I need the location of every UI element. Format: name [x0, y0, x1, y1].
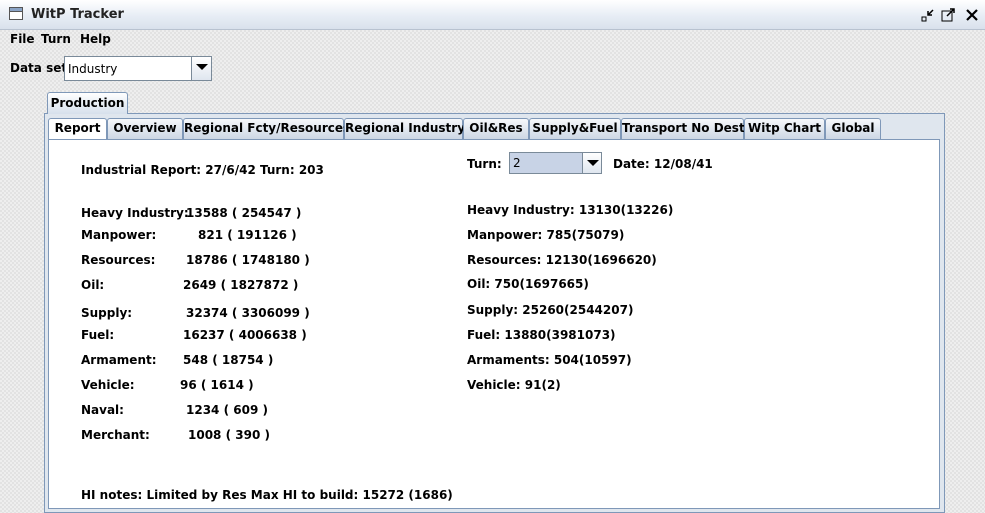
window-icon — [9, 7, 23, 20]
compare-row: Resources: 12130(1696620) — [467, 253, 657, 267]
turn-label: Turn: — [467, 157, 502, 171]
tab-oil-res[interactable]: Oil&Res — [463, 118, 529, 139]
dataset-select[interactable]: Industry — [64, 56, 212, 81]
minimize-icon[interactable] — [921, 8, 935, 22]
row-value: 13588 ( 254547 ) — [186, 206, 302, 220]
compare-row: Oil: 750(1697665) — [467, 277, 589, 291]
menu-file[interactable]: File — [10, 32, 35, 46]
row-value: 548 ( 18754 ) — [183, 353, 274, 367]
menu-bar: File Turn Help — [0, 30, 985, 50]
report-panel — [48, 139, 940, 509]
row-label: Naval: — [81, 403, 124, 417]
row-label: Vehicle: — [81, 378, 135, 392]
chevron-down-icon[interactable] — [582, 153, 601, 173]
row-label: Merchant: — [81, 428, 150, 442]
tab-transport-no-dest[interactable]: Transport No Dest — [621, 118, 745, 139]
tab-report[interactable]: Report — [48, 118, 107, 140]
compare-row: Supply: 25260(2544207) — [467, 303, 634, 317]
menu-turn[interactable]: Turn — [41, 32, 71, 46]
dataset-value: Industry — [68, 62, 118, 76]
maximize-icon[interactable] — [941, 8, 955, 22]
tab-witp-chart[interactable]: Witp Chart — [744, 118, 825, 139]
row-label: Armament: — [81, 353, 157, 367]
window-title: WitP Tracker — [31, 7, 124, 22]
menu-help[interactable]: Help — [80, 32, 111, 46]
tab-global[interactable]: Global — [825, 118, 881, 139]
report-header: Industrial Report: 27/6/42 Turn: 203 — [81, 163, 324, 177]
row-value: 18786 ( 1748180 ) — [186, 253, 310, 267]
tab-regional-industry[interactable]: Regional Industry — [344, 118, 465, 139]
row-label: Supply: — [81, 306, 133, 320]
compare-row: Armaments: 504(10597) — [467, 353, 632, 367]
turn-select[interactable]: 2 — [509, 152, 602, 174]
row-value: 32374 ( 3306099 ) — [186, 306, 310, 320]
row-label: Resources: — [81, 253, 156, 267]
dataset-label: Data set: — [10, 61, 72, 75]
tab-overview[interactable]: Overview — [107, 118, 183, 139]
row-value: 1008 ( 390 ) — [188, 428, 270, 442]
row-label: Heavy Industry: — [81, 206, 189, 220]
close-icon[interactable] — [965, 8, 979, 22]
row-label: Manpower: — [81, 228, 157, 242]
row-value: 821 ( 191126 ) — [198, 228, 297, 242]
tab-regional-fcty-resources[interactable]: Regional Fcty/Resources — [183, 118, 350, 139]
row-label: Fuel: — [81, 328, 115, 342]
turn-value: 2 — [513, 156, 521, 170]
row-label: Oil: — [81, 278, 105, 292]
compare-row: Manpower: 785(75079) — [467, 228, 625, 242]
row-value: 16237 ( 4006638 ) — [183, 328, 307, 342]
compare-row: Heavy Industry: 13130(13226) — [467, 203, 674, 217]
tab-supply-fuel[interactable]: Supply&Fuel — [529, 118, 621, 139]
compare-row: Vehicle: 91(2) — [467, 378, 561, 392]
chevron-down-icon[interactable] — [191, 57, 211, 80]
compare-date: Date: 12/08/41 — [613, 157, 713, 171]
row-value: 1234 ( 609 ) — [186, 403, 268, 417]
row-value: 96 ( 1614 ) — [180, 378, 254, 392]
compare-row: Fuel: 13880(3981073) — [467, 328, 616, 342]
tab-production[interactable]: Production — [47, 92, 128, 114]
row-value: 2649 ( 1827872 ) — [183, 278, 299, 292]
title-bar: WitP Tracker — [0, 0, 985, 30]
